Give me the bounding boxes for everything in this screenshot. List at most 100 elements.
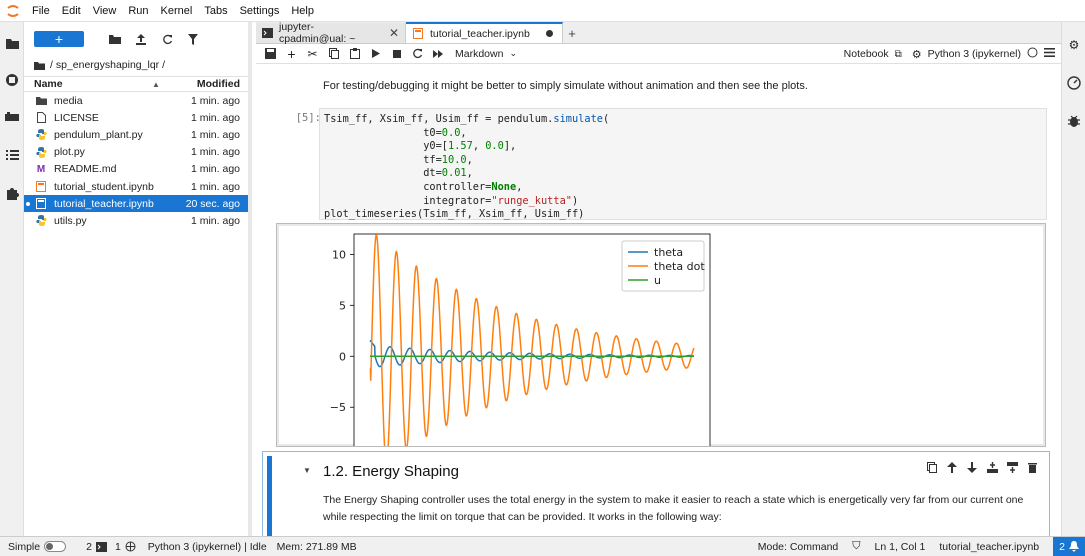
file-name: tutorial_student.ipynb (54, 180, 154, 193)
menu-view[interactable]: View (87, 5, 123, 17)
add-tab-button[interactable]: + (563, 23, 581, 43)
notebook-toolbar: + ✂ Markdown ⌄ Notebook ⧉ ⚙ Python 3 (ip… (256, 44, 1061, 64)
notebook-label[interactable]: Notebook (844, 48, 889, 60)
left-sidebar (0, 22, 24, 536)
bell-icon (1069, 541, 1079, 552)
move-up-icon[interactable] (945, 460, 959, 474)
notifications-button[interactable]: 2 (1053, 537, 1085, 556)
cursor-position[interactable]: Ln 1, Col 1 (875, 541, 926, 553)
insert-below-icon[interactable] (1005, 460, 1019, 474)
status-bar: Simple 2 1 Python 3 (ipykernel) | Idle M… (0, 536, 1085, 556)
running-indicator-icon (26, 201, 30, 206)
stop-icon[interactable] (386, 46, 407, 62)
file-row[interactable]: tutorial_student.ipynb 1 min. ago (24, 178, 248, 195)
menu-edit[interactable]: Edit (56, 5, 87, 17)
file-row[interactable]: pendulum_plant.py 1 min. ago (24, 126, 248, 143)
simple-mode-label: Simple (8, 540, 41, 553)
filter-icon[interactable] (180, 31, 206, 47)
upload-icon[interactable] (128, 31, 154, 47)
file-row[interactable]: utils.py 1 min. ago (24, 212, 248, 229)
collapse-caret-icon[interactable]: ▼ (303, 466, 311, 475)
simple-mode[interactable]: Simple (8, 540, 67, 553)
toc-icon[interactable] (3, 145, 21, 163)
copy-icon[interactable] (323, 46, 344, 62)
jupyter-logo-icon[interactable] (0, 4, 26, 18)
restart-icon[interactable] (407, 46, 428, 62)
breadcrumb-path[interactable]: / sp_energyshaping_lqr / (50, 59, 165, 71)
timeseries-plot: 10 5 0 −5 thetatheta dotu (330, 233, 711, 446)
kernel-status[interactable]: Python 3 (ipykernel) | Idle (148, 541, 267, 553)
menu-settings[interactable]: Settings (234, 5, 286, 17)
kernel-name[interactable]: Python 3 (ipykernel) (928, 48, 1021, 60)
tab-terminal[interactable]: jupyter-cpadmin@ual: ~ ✕ (256, 21, 406, 45)
insert-cell-button[interactable]: + (281, 46, 302, 62)
debugger-icon[interactable] (1065, 112, 1083, 130)
new-launcher-button[interactable]: + (34, 31, 84, 47)
external-link-icon[interactable]: ⧉ (895, 49, 902, 60)
tab-label: tutorial_teacher.ipynb (430, 27, 530, 40)
file-list-header: Name ▲ Modified (24, 76, 248, 92)
file-row[interactable]: LICENSE 1 min. ago (24, 109, 248, 126)
file-modified: 1 min. ago (190, 146, 240, 159)
delete-icon[interactable] (1025, 460, 1039, 474)
file-row[interactable]: M README.md 1 min. ago (24, 161, 248, 178)
running-icon[interactable] (3, 71, 21, 89)
name-column-header[interactable]: Name (34, 78, 63, 90)
markdown-icon: M (36, 163, 46, 175)
cell-type-dropdown[interactable]: Markdown ⌄ (455, 48, 517, 60)
terminal-count-value: 2 (86, 540, 92, 553)
markdown-cell[interactable]: ▼ 1.2. Energy Shaping The Energy Shaping… (262, 451, 1050, 536)
python-icon (34, 129, 48, 141)
file-modified: 1 min. ago (190, 180, 240, 193)
output-cell[interactable]: 10 5 0 −5 theta theta dot u (276, 223, 1046, 447)
commands-icon[interactable] (3, 108, 21, 126)
cell-collapser[interactable] (267, 456, 272, 536)
menu-kernel[interactable]: Kernel (155, 5, 199, 17)
file-row-selected[interactable]: tutorial_teacher.ipynb 20 sec. ago (24, 195, 248, 213)
kernel-settings-icon[interactable]: ⚙ (912, 48, 922, 61)
duplicate-icon[interactable] (925, 460, 939, 474)
folder-icon (34, 95, 48, 107)
shield-icon[interactable]: ⛉ (852, 540, 860, 553)
refresh-icon[interactable] (154, 31, 180, 47)
property-inspector-icon[interactable]: ⚙ (1065, 36, 1083, 54)
folder-icon[interactable] (34, 61, 45, 70)
menu-tabs[interactable]: Tabs (198, 5, 233, 17)
breadcrumb: / sp_energyshaping_lqr / (24, 56, 248, 74)
tab-notebook[interactable]: tutorial_teacher.ipynb (406, 22, 563, 43)
menu-file[interactable]: File (26, 5, 56, 17)
tab-bar: jupyter-cpadmin@ual: ~ ✕ tutorial_teache… (256, 21, 1061, 45)
insert-above-icon[interactable] (985, 460, 999, 474)
save-icon[interactable] (260, 46, 281, 62)
menu-run[interactable]: Run (122, 5, 154, 17)
paste-icon[interactable] (344, 46, 365, 62)
run-icon[interactable] (365, 46, 386, 62)
file-row[interactable]: media 1 min. ago (24, 92, 248, 109)
kernel-globe-icon (125, 541, 136, 552)
cell-toolbar (925, 460, 1039, 474)
fast-forward-icon[interactable] (428, 46, 449, 62)
kernel-count-value: 1 (114, 540, 121, 553)
cell-type-label: Markdown (455, 47, 504, 60)
unsaved-dot-icon[interactable] (545, 30, 553, 37)
gauge-icon[interactable] (1065, 74, 1083, 92)
menu-help[interactable]: Help (285, 5, 320, 17)
menu-icon[interactable] (1044, 48, 1055, 60)
simple-mode-toggle[interactable] (44, 541, 67, 552)
move-down-icon[interactable] (965, 460, 979, 474)
execution-count: [5]: (295, 112, 321, 124)
legend-label: theta dot (654, 260, 705, 273)
kernel-count[interactable]: 1 (115, 541, 136, 553)
file-name: utils.py (54, 214, 87, 227)
file-row[interactable]: plot.py 1 min. ago (24, 144, 248, 161)
close-icon[interactable]: ✕ (389, 26, 399, 40)
new-folder-icon[interactable] (102, 31, 128, 47)
folder-icon[interactable] (3, 34, 21, 52)
code-cell[interactable]: Tsim_ff, Xsim_ff, Usim_ff = pendulum.sim… (319, 108, 1047, 220)
cut-icon[interactable]: ✂ (302, 46, 323, 62)
modified-column-header[interactable]: Modified (197, 78, 240, 90)
terminal-count[interactable]: 2 (86, 541, 107, 553)
file-list: media 1 min. ago LICENSE 1 min. ago pend… (24, 92, 248, 230)
extension-icon[interactable] (3, 184, 21, 202)
status-bar-right: Mode: Command ⛉ Ln 1, Col 1 tutorial_tea… (758, 537, 1085, 556)
